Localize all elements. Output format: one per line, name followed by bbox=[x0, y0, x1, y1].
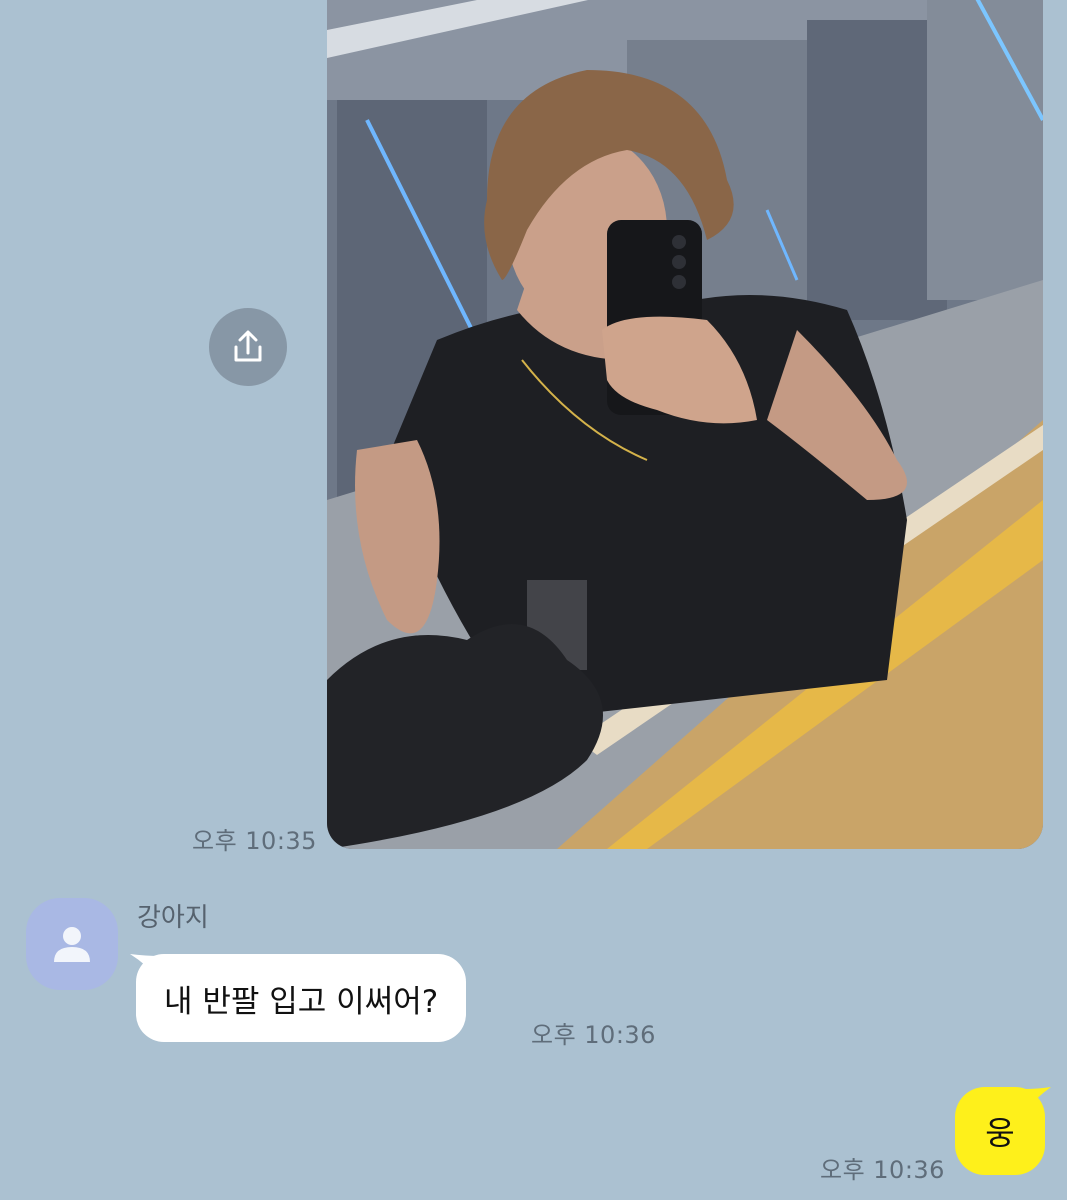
avatar[interactable] bbox=[26, 898, 118, 990]
share-button[interactable] bbox=[209, 308, 287, 386]
received-timestamp: 오후 10:36 bbox=[531, 1021, 656, 1049]
share-icon bbox=[234, 330, 262, 362]
chat-room: 오후 10:35 강아지 내 반팔 입고 이써어? 오후 10:36 오후 10… bbox=[0, 0, 1067, 1200]
received-message-text: 내 반팔 입고 이써어? bbox=[164, 983, 439, 1020]
sent-timestamp: 오후 10:36 bbox=[820, 1156, 945, 1184]
photo-image bbox=[327, 0, 1043, 849]
received-message-bubble[interactable]: 내 반팔 입고 이써어? bbox=[136, 954, 467, 1042]
sent-message-bubble[interactable]: 웅 bbox=[955, 1087, 1045, 1175]
photo-timestamp: 오후 10:35 bbox=[192, 827, 317, 855]
sender-name: 강아지 bbox=[137, 903, 209, 933]
photo-message[interactable] bbox=[327, 0, 1043, 849]
person-icon bbox=[54, 927, 90, 962]
sent-message-text: 웅 bbox=[985, 1114, 1015, 1152]
